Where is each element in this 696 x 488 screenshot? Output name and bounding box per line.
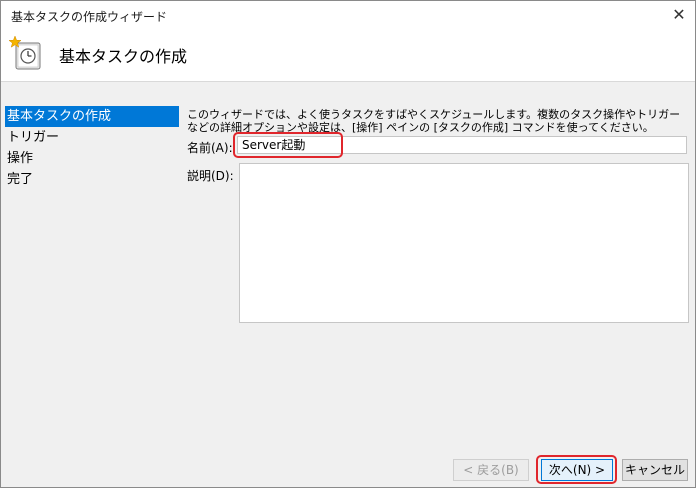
description-field[interactable] <box>239 163 689 323</box>
name-field[interactable] <box>237 136 687 154</box>
header-divider <box>1 81 695 82</box>
wizard-steps: 基本タスクの作成 トリガー 操作 完了 <box>5 106 179 190</box>
step-finish[interactable]: 完了 <box>5 169 179 190</box>
step-action[interactable]: 操作 <box>5 148 179 169</box>
close-icon[interactable]: ✕ <box>669 5 689 25</box>
window-title: 基本タスクの作成ウィザード <box>11 10 168 24</box>
step-basic-task[interactable]: 基本タスクの作成 <box>5 106 179 127</box>
back-button[interactable]: < 戻る(B) <box>453 459 529 481</box>
task-clock-icon <box>8 35 41 70</box>
title-bar: 基本タスクの作成ウィザード ✕ <box>1 1 695 31</box>
step-trigger[interactable]: トリガー <box>5 127 179 148</box>
cancel-button[interactable]: キャンセル <box>622 459 688 481</box>
wizard-header: 基本タスクの作成 <box>1 31 695 81</box>
wizard-description: このウィザードでは、よく使うタスクをすばやくスケジュールします。複数のタスク操作… <box>187 108 681 134</box>
wizard-window: 基本タスクの作成ウィザード ✕ 基本タスクの作成 基本タスクの作成 トリガー 操… <box>0 0 696 488</box>
next-button[interactable]: 次へ(N) > <box>541 459 613 481</box>
name-label: 名前(A): <box>187 141 233 155</box>
description-label: 説明(D): <box>187 169 234 183</box>
page-title: 基本タスクの作成 <box>59 47 188 66</box>
